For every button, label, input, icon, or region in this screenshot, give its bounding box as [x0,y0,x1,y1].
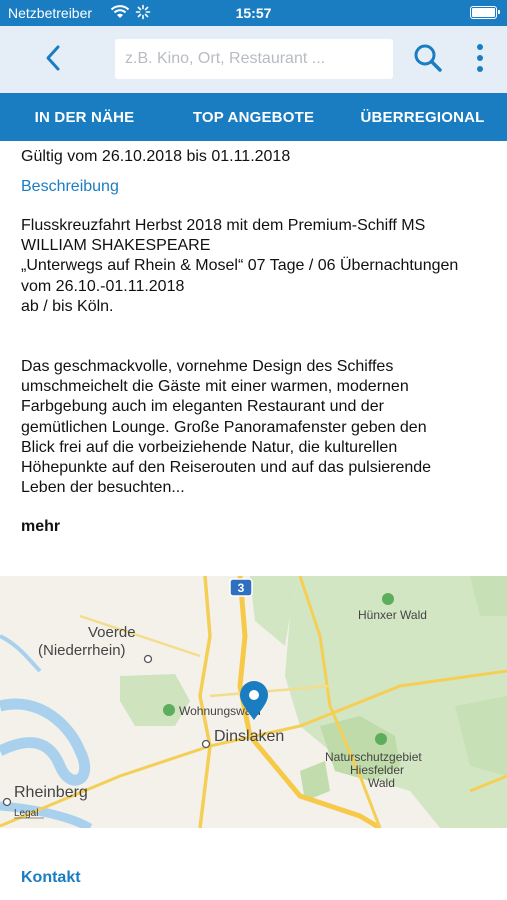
contact-heading: Kontakt [21,869,81,886]
battery-icon [470,6,500,19]
map-label-rheinberg: Rheinberg [14,784,88,801]
status-bar: Netzbetreiber 15:57 [0,0,507,26]
more-link[interactable]: mehr [21,517,60,537]
forest-icon [163,704,175,716]
map-label-voerde: Voerde [88,624,136,641]
tab-nearby[interactable]: IN DER NÄHE [0,93,169,141]
map-label-wald: Wald [368,776,395,790]
more-options-button[interactable] [466,38,494,78]
chevron-left-icon [46,45,60,71]
vertical-dots-icon [477,44,483,72]
map-label-niederrhein: (Niederrhein) [38,642,126,659]
forest-icon [375,733,387,745]
location-map[interactable]: 3 Hünxer Wald Voerde (Niederrhein) Wohnu… [0,576,507,828]
tab-top-offers[interactable]: TOP ANGEBOTE [169,93,338,141]
description-heading: Beschreibung [21,178,119,195]
description-paragraph-2: Das geschmackvolle, vornehme Design des … [21,358,432,497]
validity-text: Gültig vom 26.10.2018 bis 01.11.2018 [21,148,291,165]
description-paragraph-1: Flusskreuzfahrt Herbst 2018 mit dem Prem… [21,217,459,315]
tab-bar: IN DER NÄHE TOP ANGEBOTE ÜBERREGIONAL [0,93,507,141]
forest-icon [382,593,394,605]
search-header [0,26,507,93]
road-shield-label: 3 [238,581,245,595]
status-time: 15:57 [235,5,272,21]
map-label-nsg: Naturschutzgebiet [325,750,422,764]
search-button[interactable] [410,40,446,76]
tab-supra-regional[interactable]: ÜBERREGIONAL [338,93,507,141]
search-input[interactable] [115,39,393,79]
map-label-huenxer-wald: Hünxer Wald [358,608,427,622]
map-legal-link[interactable]: Legal [14,808,38,819]
search-icon [414,44,442,72]
map-label-hiesfelder: Hiesfelder [350,763,404,777]
map-label-dinslaken: Dinslaken [214,728,284,745]
back-button[interactable] [36,40,72,76]
